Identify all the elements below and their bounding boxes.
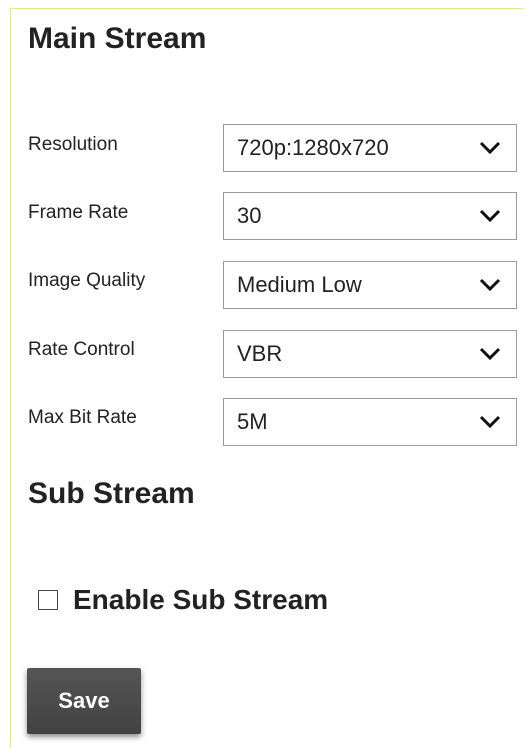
frame-rate-value: 30 <box>237 203 262 228</box>
rate-control-value: VBR <box>237 341 283 366</box>
rate-control-label: Rate Control <box>28 339 135 360</box>
image-quality-value: Medium Low <box>237 272 362 297</box>
enable-sub-stream-label: Enable Sub Stream <box>73 584 329 615</box>
save-button[interactable]: Save <box>27 668 141 734</box>
image-quality-label: Image Quality <box>28 270 146 291</box>
chevron-down-icon <box>479 415 501 429</box>
resolution-select[interactable]: 720p:1280x720 <box>223 124 517 172</box>
frame-rate-label: Frame Rate <box>28 202 129 223</box>
chevron-down-icon <box>479 278 501 292</box>
main-stream-title: Main Stream <box>28 22 207 55</box>
resolution-value: 720p:1280x720 <box>237 135 389 160</box>
chevron-down-icon <box>479 209 501 223</box>
chevron-down-icon <box>479 347 501 361</box>
chevron-down-icon <box>479 141 501 155</box>
rate-control-select[interactable]: VBR <box>223 330 517 378</box>
settings-panel <box>10 8 524 748</box>
image-quality-select[interactable]: Medium Low <box>223 261 517 309</box>
max-bit-rate-value: 5M <box>237 409 268 434</box>
frame-rate-select[interactable]: 30 <box>223 192 517 240</box>
resolution-label: Resolution <box>28 134 118 155</box>
max-bit-rate-label: Max Bit Rate <box>28 407 137 428</box>
sub-stream-title: Sub Stream <box>28 477 195 510</box>
max-bit-rate-select[interactable]: 5M <box>223 398 517 446</box>
enable-sub-stream-checkbox[interactable] <box>38 590 58 610</box>
